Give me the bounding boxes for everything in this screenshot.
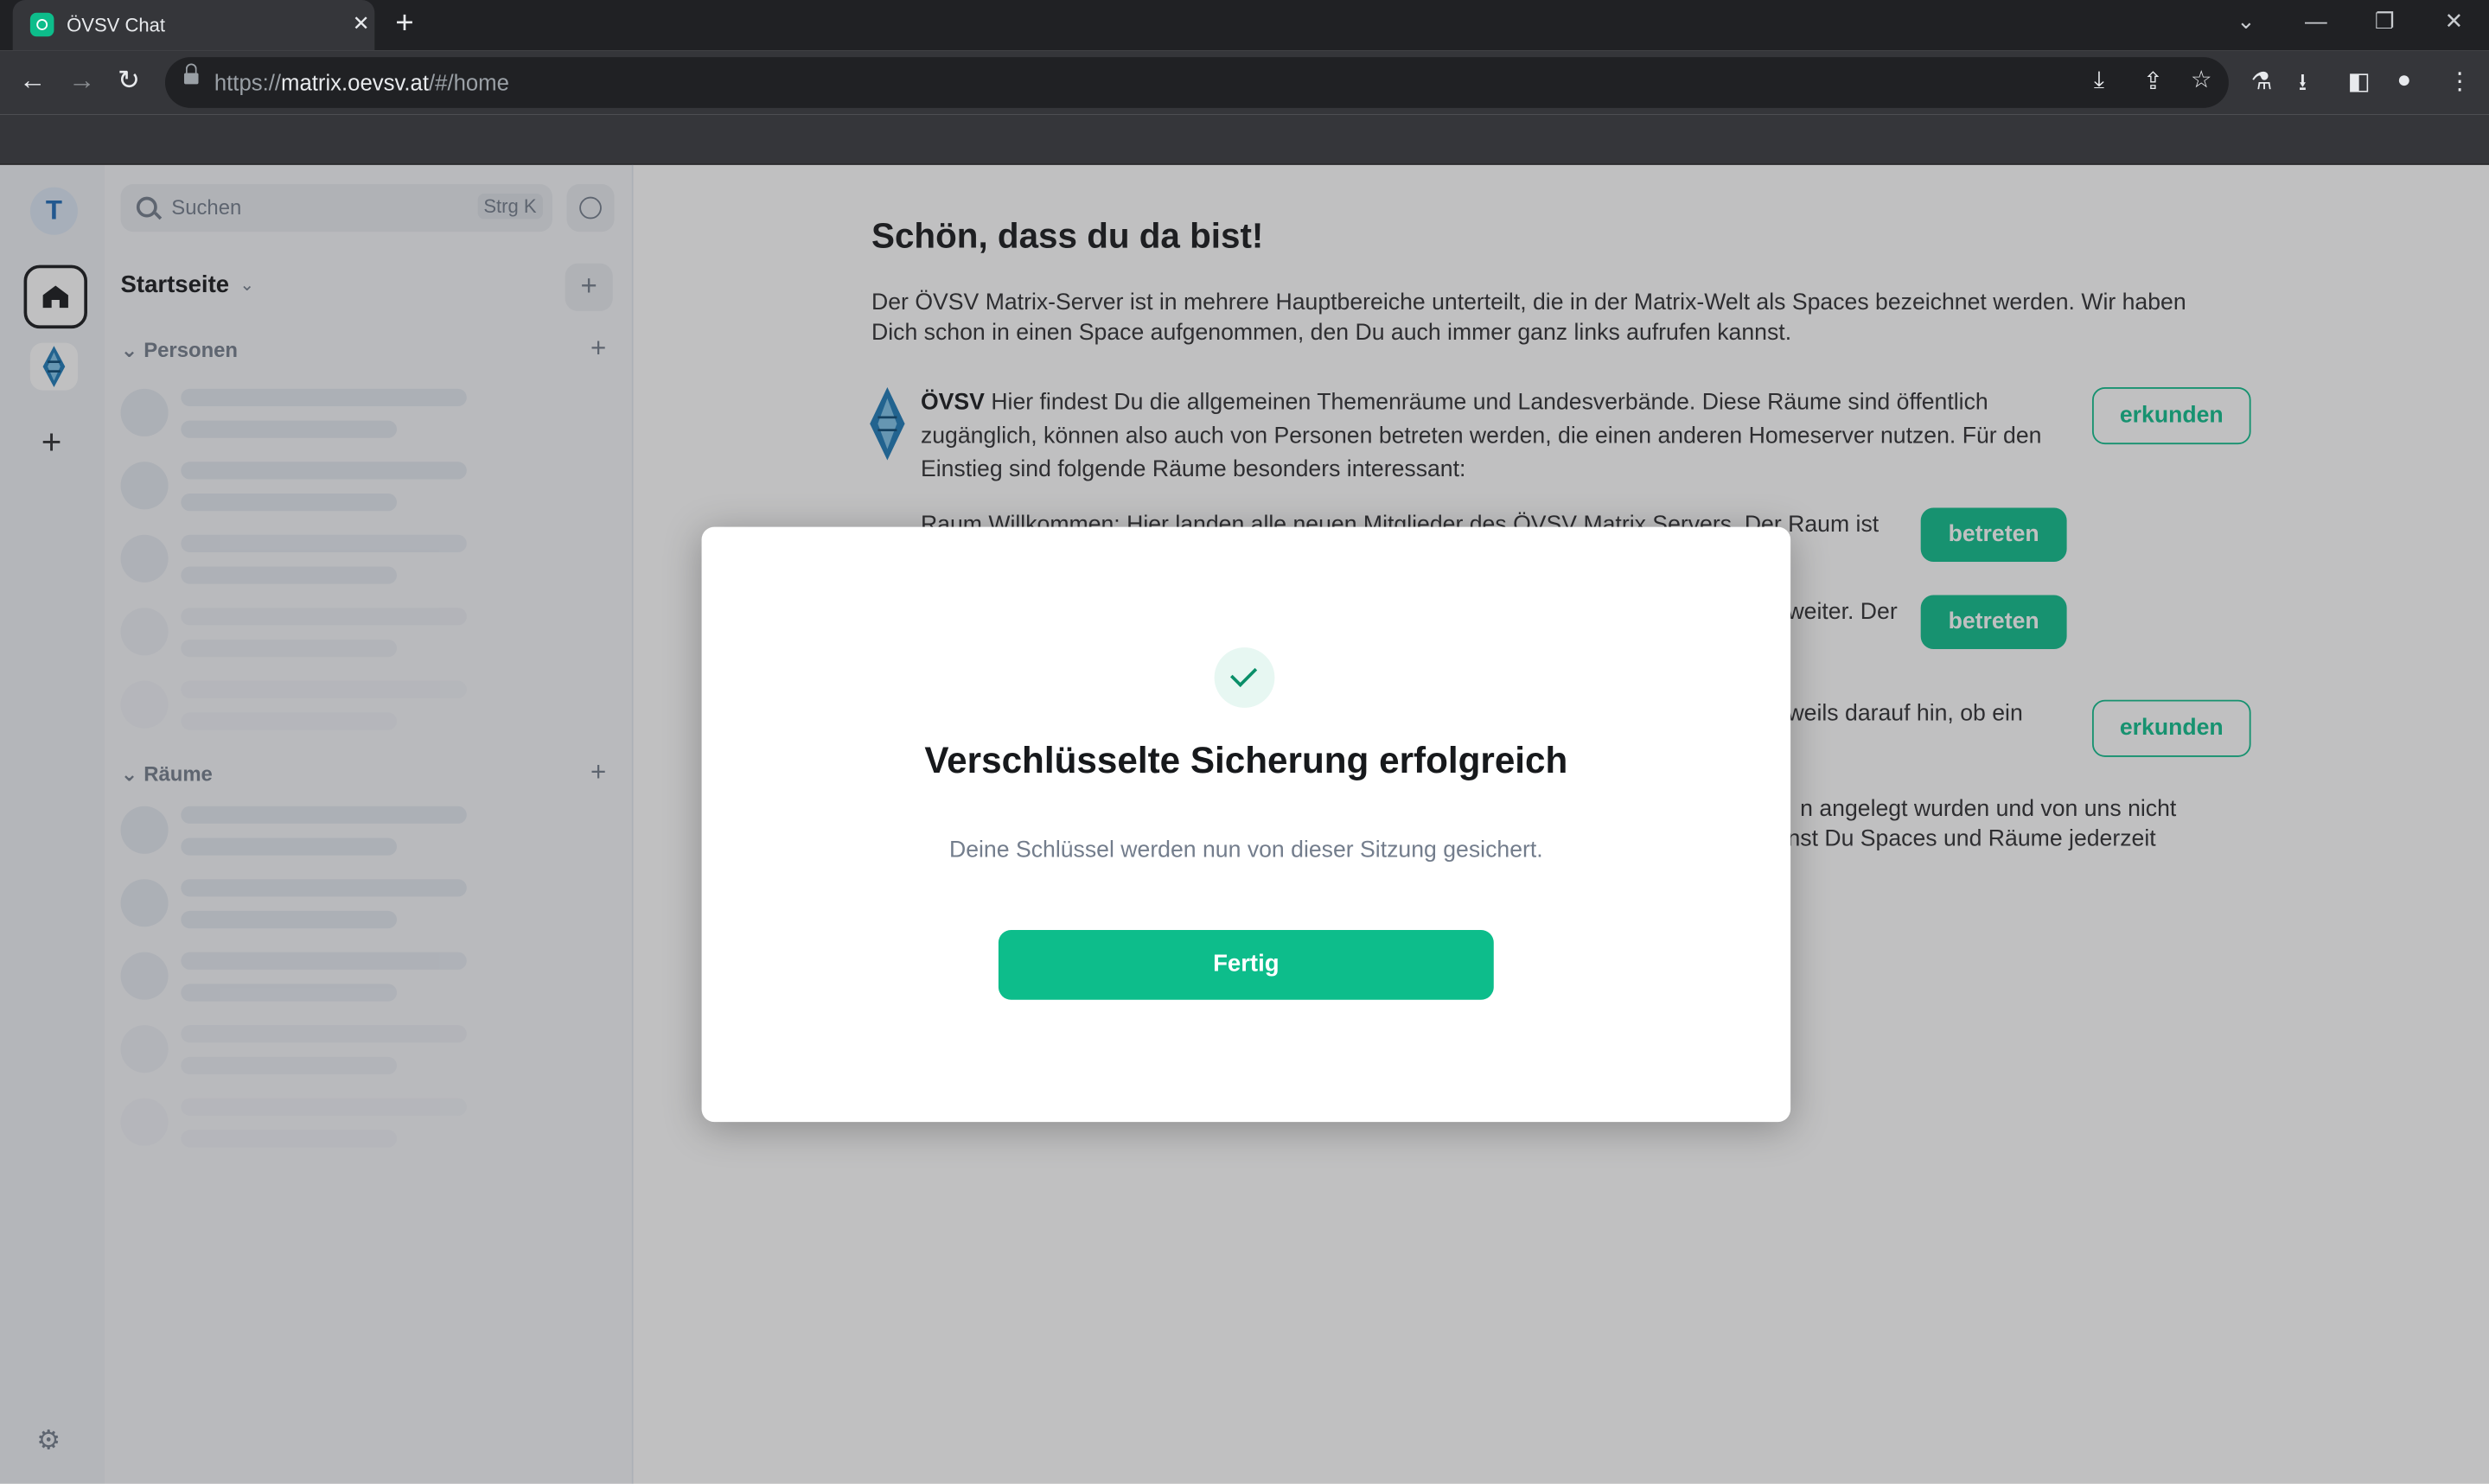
- dialog-title: Verschlüsselte Sicherung erfolgreich: [924, 739, 1568, 781]
- bookmark-bar: [0, 114, 2489, 165]
- backup-success-dialog: Verschlüsselte Sicherung erfolgreich Dei…: [701, 526, 1791, 1123]
- labs-icon[interactable]: ⚗: [2251, 67, 2273, 95]
- reload-icon[interactable]: ↻: [118, 65, 140, 97]
- tab-close-icon[interactable]: ✕: [353, 11, 370, 36]
- browser-menu-icon[interactable]: ⋮: [2448, 67, 2472, 95]
- new-tab-icon[interactable]: +: [395, 6, 413, 42]
- tab-title: ÖVSV Chat: [67, 14, 166, 37]
- back-icon[interactable]: ←: [19, 65, 46, 97]
- browser-toolbar: ← → ↻ https://matrix.oevsv.at/#/home ⤓ ⇪…: [0, 50, 2489, 115]
- done-button[interactable]: Fertig: [998, 929, 1494, 1000]
- restore-icon[interactable]: ❐: [2375, 8, 2395, 35]
- downloads-icon[interactable]: ⭳: [2299, 67, 2307, 106]
- checkmark-icon: [1214, 647, 1275, 708]
- minimize-icon[interactable]: —: [2305, 8, 2327, 33]
- browser-tab[interactable]: ÖVSV Chat ✕: [12, 0, 375, 51]
- address-bar[interactable]: https://matrix.oevsv.at/#/home ⤓ ⇪ ☆: [164, 57, 2229, 108]
- side-panel-icon[interactable]: ◧: [2348, 67, 2371, 95]
- tab-search-chevron-icon[interactable]: ⌄: [2237, 8, 2256, 35]
- dialog-description: Deine Schlüssel werden nun von dieser Si…: [948, 838, 1543, 863]
- window-close-icon[interactable]: ✕: [2445, 8, 2464, 35]
- lock-icon[interactable]: [183, 63, 199, 85]
- install-app-icon[interactable]: ⤓: [2094, 67, 2104, 93]
- browser-tab-bar: ÖVSV Chat ✕ + ⌄ — ❐ ✕: [0, 0, 2489, 51]
- matrix-favicon-icon: [29, 12, 54, 37]
- profile-icon[interactable]: ●: [2397, 67, 2412, 93]
- bookmark-star-icon[interactable]: ☆: [2191, 65, 2212, 93]
- url-text: https://matrix.oevsv.at/#/home: [214, 69, 509, 96]
- share-icon[interactable]: ⇪: [2143, 67, 2163, 95]
- forward-icon[interactable]: →: [68, 65, 95, 97]
